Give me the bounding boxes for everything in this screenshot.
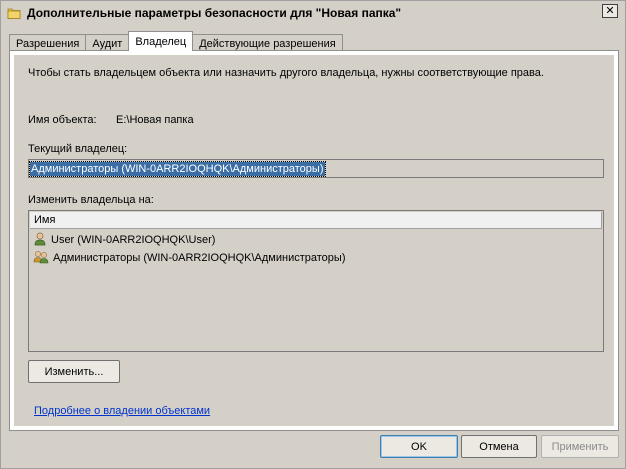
current-owner-value: Администраторы (WIN-0ARR2IOQHQK\Админист… xyxy=(29,160,326,177)
title-bar: Дополнительные параметры безопасности дл… xyxy=(2,2,624,23)
folder-icon xyxy=(7,6,21,20)
intro-text: Чтобы стать владельцем объекта или назна… xyxy=(28,67,544,79)
list-item-administrators[interactable]: Администраторы (WIN-0ARR2IOQHQK\Админист… xyxy=(33,249,346,267)
current-owner-label: Текущий владелец: xyxy=(28,143,128,155)
group-icon xyxy=(33,250,49,267)
apply-button[interactable]: Применить xyxy=(541,435,619,458)
list-item-label: Администраторы (WIN-0ARR2IOQHQK\Админист… xyxy=(53,252,346,264)
change-owner-label: Изменить владельца на: xyxy=(28,194,154,206)
tab-audit[interactable]: Аудит xyxy=(85,34,130,51)
object-name-value: E:\Новая папка xyxy=(116,114,194,126)
change-owner-button[interactable]: Изменить... xyxy=(28,360,120,383)
owner-tab-content: Чтобы стать владельцем объекта или назна… xyxy=(14,55,614,426)
close-icon: ✕ xyxy=(605,4,615,17)
security-dialog: Дополнительные параметры безопасности дл… xyxy=(0,0,626,469)
ok-button[interactable]: OK xyxy=(380,435,458,458)
close-button[interactable]: ✕ xyxy=(602,4,618,18)
list-item-label: User (WIN-0ARR2IOQHQK\User) xyxy=(51,234,216,246)
list-item-user[interactable]: User (WIN-0ARR2IOQHQK\User) xyxy=(33,231,215,249)
cancel-button[interactable]: Отмена xyxy=(461,435,537,458)
tab-permissions[interactable]: Разрешения xyxy=(9,34,87,51)
tab-effective-permissions[interactable]: Действующие разрешения xyxy=(192,34,343,51)
window-title: Дополнительные параметры безопасности дл… xyxy=(27,5,402,20)
list-column-header[interactable]: Имя xyxy=(30,212,602,229)
owner-tab-panel: Чтобы стать владельцем объекта или назна… xyxy=(9,50,619,431)
object-name-label: Имя объекта: xyxy=(28,114,97,126)
user-icon xyxy=(33,232,47,249)
tab-strip: Разрешения Аудит Владелец Действующие ра… xyxy=(9,31,343,51)
tab-owner[interactable]: Владелец xyxy=(128,31,194,51)
owner-candidates-list[interactable]: Имя User (WIN-0ARR2IOQHQK\User) Админист… xyxy=(28,210,604,352)
learn-more-link[interactable]: Подробнее о владении объектами xyxy=(34,405,210,417)
current-owner-field[interactable]: Администраторы (WIN-0ARR2IOQHQK\Админист… xyxy=(28,159,604,178)
